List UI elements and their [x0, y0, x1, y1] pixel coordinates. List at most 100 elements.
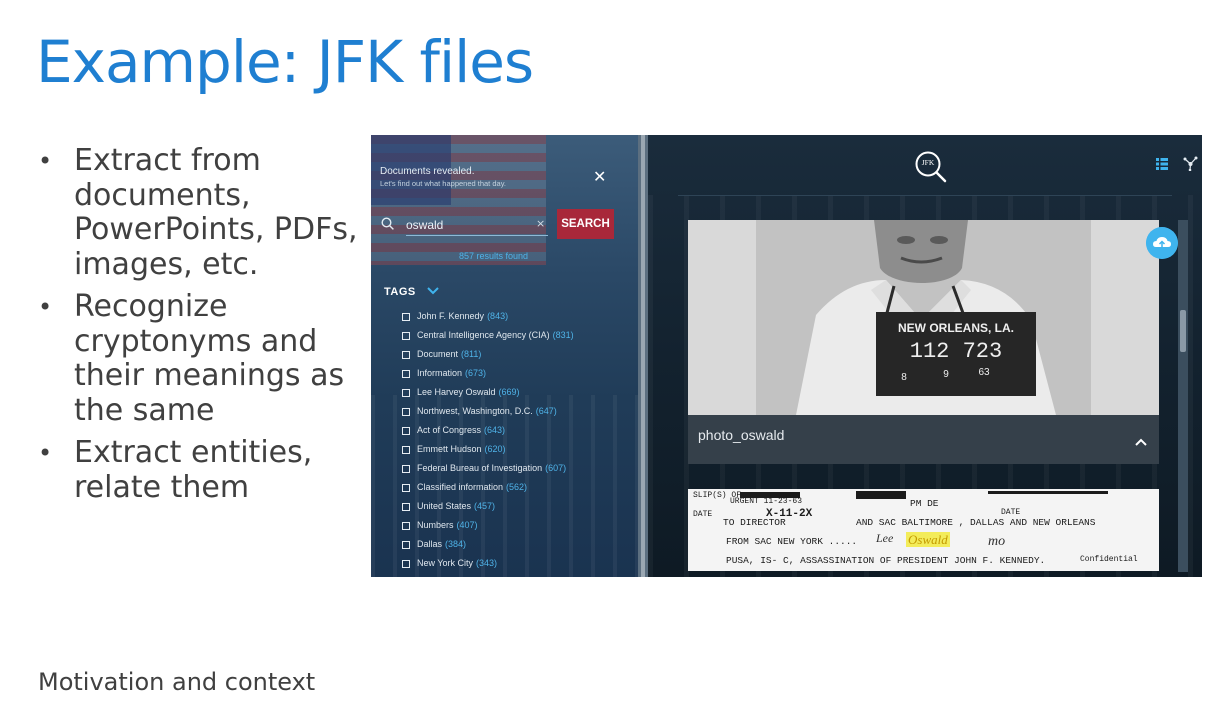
bullet-list: Extract from documents, PowerPoints, PDF…: [38, 143, 358, 513]
tag-filter-item[interactable]: Dallas (384): [402, 535, 574, 554]
scrollbar-thumb[interactable]: [1180, 310, 1186, 352]
jfk-logo-icon[interactable]: JFK: [913, 150, 953, 184]
checkbox-icon[interactable]: [402, 312, 410, 321]
chevron-down-icon[interactable]: [427, 286, 439, 296]
tag-filter-item[interactable]: Document (811): [402, 345, 574, 364]
checkbox-icon[interactable]: [402, 559, 410, 568]
bullet-item: Recognize cryptonyms and their meanings …: [38, 289, 358, 428]
tag-filter-item[interactable]: Federal Bureau of Investigation (607): [402, 459, 574, 478]
tag-count: (843): [487, 311, 509, 321]
tag-name: New York City: [417, 558, 474, 568]
tag-count: (620): [484, 444, 506, 454]
tag-filter-item[interactable]: United States (457): [402, 497, 574, 516]
panel-submessage: Let's find out what happened that day.: [380, 179, 506, 188]
grid-view-icon[interactable]: [1156, 158, 1168, 170]
search-button[interactable]: SEARCH: [557, 209, 614, 239]
tag-filter-item[interactable]: Act of Congress (643): [402, 421, 574, 440]
results-count: 857 results found: [459, 251, 529, 261]
checkbox-icon[interactable]: [402, 426, 410, 435]
tag-count: (643): [484, 425, 506, 435]
card-caption: photo_oswald: [698, 427, 785, 443]
doc-and-sac: AND SAC BALTIMORE , DALLAS AND NEW ORLEA…: [856, 517, 1096, 528]
checkbox-icon[interactable]: [402, 521, 410, 530]
doc-date-right: DATE: [1001, 508, 1021, 517]
flag-background: [371, 135, 546, 265]
tag-filter-item[interactable]: John F. Kennedy (843): [402, 307, 574, 326]
tag-count: (811): [461, 349, 482, 359]
placard-digit: 63: [978, 367, 990, 378]
tag-count: (562): [506, 482, 528, 492]
tag-list: John F. Kennedy (843) Central Intelligence…: [402, 307, 574, 573]
tag-filter-item[interactable]: Northwest, Washington, D.C. (647): [402, 402, 574, 421]
card-caption-bar: photo_oswald: [688, 415, 1159, 464]
mugshot-image: NEW ORLEANS, LA. 112 723 8 9 63: [756, 220, 1091, 415]
tag-filter-item[interactable]: Information (673): [402, 364, 574, 383]
search-input[interactable]: [406, 215, 548, 236]
tag-filter-item[interactable]: Numbers (407): [402, 516, 574, 535]
tag-filter-item[interactable]: New York City (343): [402, 554, 574, 573]
result-card-photo[interactable]: NEW ORLEANS, LA. 112 723 8 9 63 photo_os…: [688, 220, 1159, 464]
panel-divider[interactable]: [638, 135, 648, 577]
tag-filter-item[interactable]: Central Intelligence Agency (CIA) (831): [402, 326, 574, 345]
tag-count: (669): [498, 387, 520, 397]
checkbox-icon[interactable]: [402, 540, 410, 549]
slide-footer: Motivation and context: [38, 668, 316, 696]
doc-pm: PM DE: [910, 498, 939, 509]
tag-count: (647): [535, 406, 557, 416]
doc-confidential: Confidential: [1080, 555, 1138, 564]
results-panel: JFK NEW ORLEANS, LA. 112 723 8 9 63 phot…: [648, 135, 1202, 577]
tag-count: (343): [476, 558, 498, 568]
tags-header[interactable]: TAGS: [384, 286, 416, 298]
tag-name: Dallas: [417, 539, 443, 549]
tag-name: Federal Bureau of Investigation: [417, 463, 543, 473]
graph-view-icon[interactable]: [1183, 156, 1198, 171]
close-icon[interactable]: ✕: [593, 167, 606, 186]
placard-digit: 8: [901, 372, 907, 383]
result-card-document[interactable]: SLIP(S) OF URGENT 11-23-63 PM DE DATE X-…: [688, 489, 1159, 571]
tag-name: Central Intelligence Agency (CIA): [417, 330, 550, 340]
tag-name: Northwest, Washington, D.C.: [417, 406, 533, 416]
doc-to-director: TO DIRECTOR: [723, 517, 786, 528]
logo-text: JFK: [922, 158, 935, 167]
doc-date-label: DATE: [693, 510, 713, 519]
mugshot-photo: NEW ORLEANS, LA. 112 723 8 9 63: [756, 220, 1091, 415]
tag-count: (384): [445, 539, 467, 549]
tag-name: Act of Congress: [417, 425, 482, 435]
clear-search-icon[interactable]: ×: [536, 217, 545, 230]
tag-count: (457): [474, 501, 496, 511]
tag-name: United States: [417, 501, 472, 511]
tag-name: Numbers: [417, 520, 454, 530]
tag-filter-item[interactable]: Lee Harvey Oswald (669): [402, 383, 574, 402]
checkbox-icon[interactable]: [402, 369, 410, 378]
tag-name: Emmett Hudson: [417, 444, 482, 454]
doc-lee: Lee: [876, 531, 894, 545]
checkbox-icon[interactable]: [402, 350, 410, 359]
search-panel: Documents revealed. Let's find out what …: [371, 135, 638, 577]
doc-urgent: URGENT 11-23-63: [730, 497, 803, 506]
cloud-upload-icon[interactable]: [1146, 227, 1178, 259]
checkbox-icon[interactable]: [402, 388, 410, 397]
doc-line3: PUSA, IS- C, ASSASSINATION OF PRESIDENT …: [726, 555, 1046, 566]
tag-filter-item[interactable]: Emmett Hudson (620): [402, 440, 574, 459]
tag-count: (607): [545, 463, 567, 473]
tag-name: Classified information: [417, 482, 504, 492]
checkbox-icon[interactable]: [402, 502, 410, 511]
tag-name: Information: [417, 368, 463, 378]
checkbox-icon[interactable]: [402, 445, 410, 454]
doc-mo: mo: [988, 534, 1006, 549]
checkbox-icon[interactable]: [402, 464, 410, 473]
chevron-up-icon[interactable]: [1134, 437, 1148, 447]
tag-name: Document: [417, 349, 459, 359]
header-rule: [678, 195, 1172, 196]
bullet-item: Extract entities, relate them: [38, 435, 358, 505]
tag-count: (673): [465, 368, 487, 378]
results-scrollbar[interactable]: [1178, 220, 1188, 572]
checkbox-icon[interactable]: [402, 483, 410, 492]
tag-count: (831): [552, 330, 574, 340]
checkbox-icon[interactable]: [402, 407, 410, 416]
app-screenshot: Documents revealed. Let's find out what …: [371, 135, 1202, 577]
search-icon: [381, 217, 394, 230]
placard-digit: 9: [943, 369, 949, 380]
checkbox-icon[interactable]: [402, 331, 410, 340]
tag-filter-item[interactable]: Classified information (562): [402, 478, 574, 497]
